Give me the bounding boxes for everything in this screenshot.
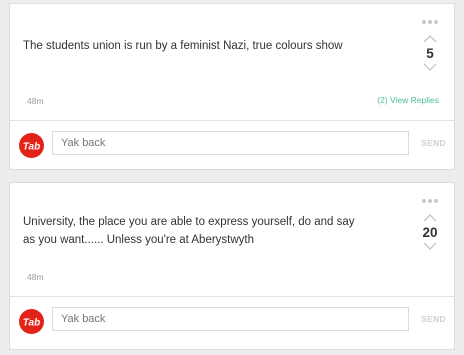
vote-controls: 20 (420, 198, 440, 251)
vote-score: 20 (422, 225, 438, 240)
yak-card: The students union is run by a feminist … (9, 3, 455, 170)
post-text: University, the place you are able to ex… (23, 213, 393, 249)
post-text: The students union is run by a feminist … (23, 37, 393, 55)
reply-row: Tab SEND (10, 297, 454, 346)
send-button[interactable]: SEND (421, 314, 446, 324)
post-text-line: University, the place you are able to ex… (23, 216, 355, 228)
yak-card: University, the place you are able to ex… (9, 182, 455, 350)
yak-back-input[interactable] (52, 307, 409, 331)
post-text-line: The students union is run by a feminist … (23, 40, 343, 52)
view-replies-link[interactable]: (2) View Replies (377, 95, 439, 105)
downvote-chevron-icon[interactable] (423, 63, 437, 72)
post-text-line: as you want...... Unless you're at Abery… (23, 234, 255, 246)
tab-logo-icon: Tab (19, 309, 44, 334)
timestamp: 48m (27, 96, 44, 106)
yak-back-input[interactable] (52, 131, 409, 155)
yak-post: University, the place you are able to ex… (10, 183, 454, 297)
more-dots-icon[interactable] (422, 198, 438, 204)
vote-controls: 5 (420, 19, 440, 72)
send-button[interactable]: SEND (421, 138, 446, 148)
vote-score: 5 (426, 46, 434, 61)
downvote-chevron-icon[interactable] (423, 242, 437, 251)
yak-post: The students union is run by a feminist … (10, 4, 454, 121)
timestamp: 48m (27, 272, 44, 282)
tab-logo-text: Tab (23, 318, 40, 329)
more-dots-icon[interactable] (422, 19, 438, 25)
reply-row: Tab SEND (10, 121, 454, 170)
upvote-chevron-icon[interactable] (423, 213, 437, 222)
tab-logo-icon: Tab (19, 133, 44, 158)
tab-logo-text: Tab (23, 142, 40, 153)
upvote-chevron-icon[interactable] (423, 34, 437, 43)
